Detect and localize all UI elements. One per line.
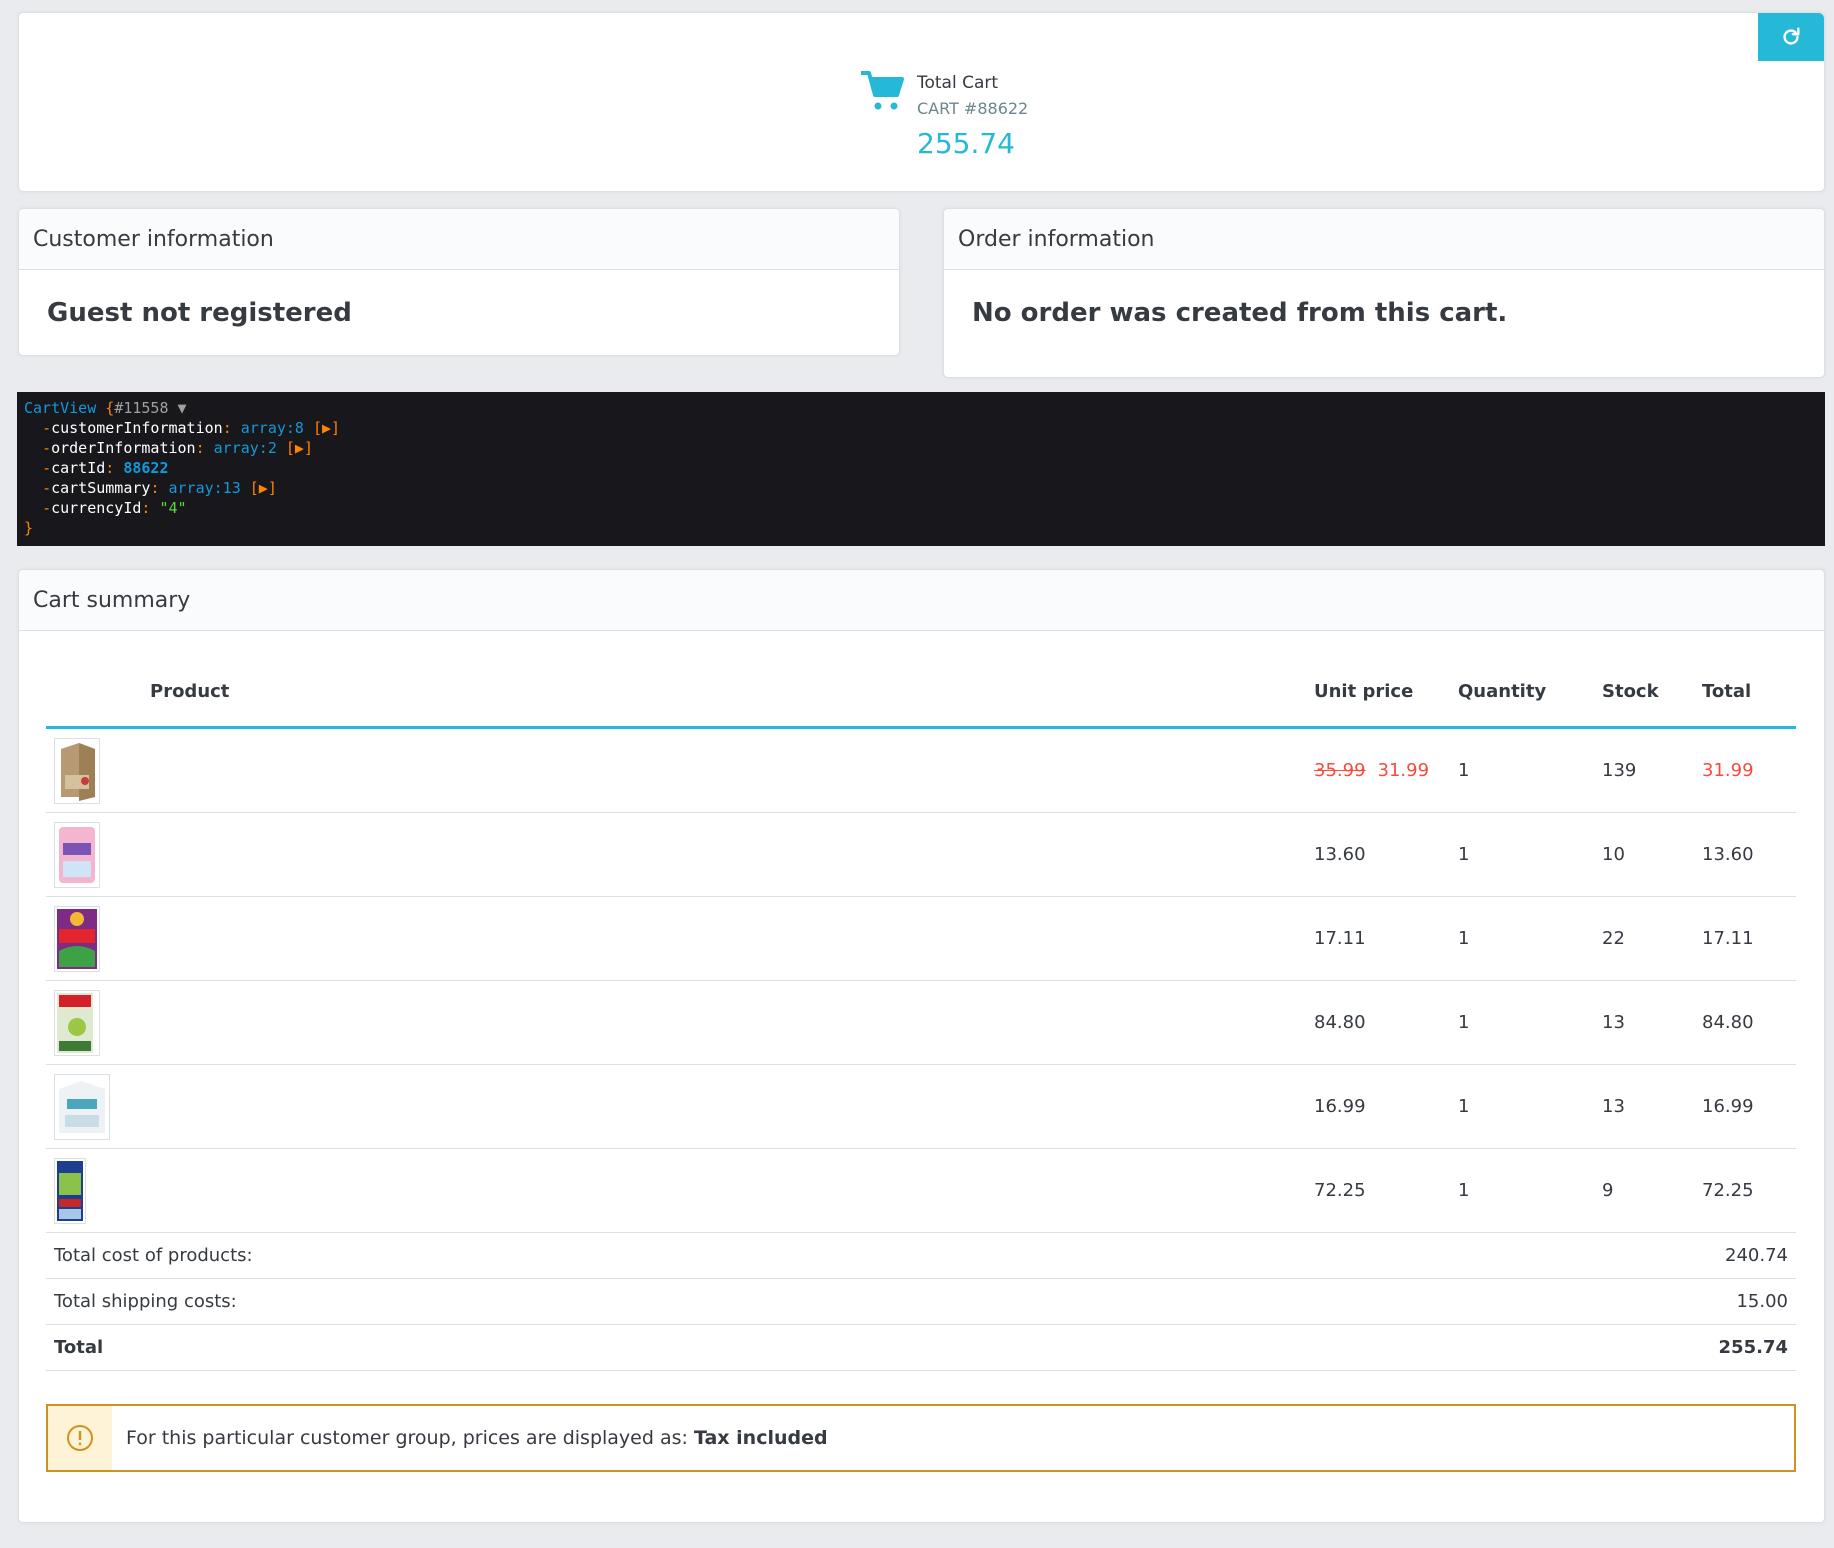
dump-expand-toggle[interactable]: [▶] [250,479,277,497]
cart-summary-table: Product Unit price Quantity Stock Total [46,656,1796,1371]
product-column-header: Product [142,656,1306,729]
quantity-column-header: Quantity [1450,656,1594,729]
order-information-card: Order information No order was created f… [943,208,1825,378]
customer-message: Guest not registered [47,298,352,328]
order-information-title: Order information [944,209,1824,270]
stock-cell: 10 [1594,812,1694,897]
total-column-header: Total [1694,656,1796,729]
unit-price-cell: 35.99 31.99 [1306,727,1450,813]
total-cell: 31.99 [1694,727,1796,813]
table-row: 72.25 1 9 72.25 [46,1148,1796,1233]
debug-dump: CartView {#11558 ▼ -customerInformation:… [17,392,1825,546]
total-shipping-label: Total shipping costs: [46,1278,1694,1325]
alert-message: For this particular customer group, pric… [112,1427,828,1449]
grand-total-label: Total [46,1324,1694,1371]
dump-class-name: CartView [24,399,97,417]
image-column-header [46,656,142,729]
unit-price-column-header: Unit price [1306,656,1450,729]
customer-information-title: Customer information [19,209,899,270]
stock-cell: 22 [1594,896,1694,981]
customer-information-card: Customer information Guest not registere… [18,208,900,356]
total-shipping-value: 15.00 [1694,1278,1796,1325]
unit-price-cell: 17.11 [1306,896,1450,981]
cart-summary-table-wrapper: Product Unit price Quantity Stock Total [46,656,1796,1371]
unit-price: 31.99 [1377,760,1430,781]
total-cart-label: Total Cart [917,73,999,93]
dump-value: "4" [159,499,187,517]
quantity-cell: 1 [1450,896,1594,981]
dump-value: 88622 [123,459,169,477]
warning-icon [67,1425,93,1451]
dump-value: array:13 [168,479,241,497]
table-row: 84.80 1 13 84.80 [46,980,1796,1065]
dump-key: cartId [51,459,106,477]
table-row: 13.60 1 10 13.60 [46,812,1796,897]
total-cell: 72.25 [1694,1148,1796,1233]
order-message: No order was created from this cart. [972,298,1508,328]
table-row: 17.11 1 22 17.11 [46,896,1796,981]
alert-strong-text: Tax included [693,1427,828,1449]
total-products-label: Total cost of products: [46,1232,1694,1279]
dump-expand-toggle[interactable]: [▶] [313,419,340,437]
cart-total-card: Total Cart CART #88622 255.74 [18,12,1825,192]
total-cart-block: Total Cart CART #88622 255.74 [841,59,1081,169]
stock-cell: 9 [1594,1148,1694,1233]
stock-cell: 13 [1594,1064,1694,1149]
grand-total-row: Total 255.74 [46,1324,1796,1371]
table-row: 16.99 1 13 16.99 [46,1064,1796,1149]
table-row: 35.99 31.99 1 139 31.99 [46,727,1796,813]
product-thumbnail[interactable] [54,821,100,888]
cart-summary-card: Cart summary Product Unit price Quantity… [18,569,1825,1523]
total-cell: 84.80 [1694,980,1796,1065]
shopping-cart-icon [861,71,904,110]
dump-value: array:2 [213,439,277,457]
refresh-icon [1783,27,1800,45]
stock-cell: 13 [1594,980,1694,1065]
product-thumbnail[interactable] [54,989,100,1056]
product-thumbnail[interactable] [54,1073,110,1140]
refresh-button[interactable] [1758,13,1824,61]
old-price: 35.99 [1314,760,1366,781]
total-cell: 16.99 [1694,1064,1796,1149]
product-thumbnail[interactable] [54,905,100,972]
unit-price-cell: 84.80 [1306,980,1450,1065]
grand-total-value: 255.74 [1694,1324,1796,1371]
dump-key: cartSummary [51,479,151,497]
quantity-cell: 1 [1450,812,1594,897]
quantity-cell: 1 [1450,1148,1594,1233]
alert-text: For this particular customer group, pric… [126,1427,694,1449]
cart-total-amount: 255.74 [917,127,1015,160]
tax-display-alert: For this particular customer group, pric… [46,1404,1796,1472]
quantity-cell: 1 [1450,1064,1594,1149]
quantity-cell: 1 [1450,980,1594,1065]
unit-price-cell: 72.25 [1306,1148,1450,1233]
dump-expand-toggle[interactable]: [▶] [286,439,313,457]
table-header-row: Product Unit price Quantity Stock Total [46,656,1796,729]
dump-value: array:8 [240,419,304,437]
product-thumb-cell [46,727,142,813]
dump-key: orderInformation [51,439,196,457]
alert-icon-box [48,1406,112,1470]
quantity-cell: 1 [1450,727,1594,813]
unit-price-cell: 13.60 [1306,812,1450,897]
dump-object-id: #11558 [114,399,169,417]
unit-price-cell: 16.99 [1306,1064,1450,1149]
total-products-value: 240.74 [1694,1232,1796,1279]
total-cell: 13.60 [1694,812,1796,897]
cart-summary-title: Cart summary [19,570,1824,631]
dump-key: customerInformation [51,419,223,437]
total-products-row: Total cost of products: 240.74 [46,1232,1796,1279]
product-thumbnail[interactable] [54,1157,86,1224]
stock-column-header: Stock [1594,656,1694,729]
cart-id: CART #88622 [917,99,1029,118]
product-thumbnail[interactable] [54,737,100,804]
total-cell: 17.11 [1694,896,1796,981]
total-shipping-row: Total shipping costs: 15.00 [46,1278,1796,1325]
dump-collapse-toggle[interactable]: ▼ [178,399,187,417]
stock-cell: 139 [1594,727,1694,813]
dump-key: currencyId [51,499,142,517]
